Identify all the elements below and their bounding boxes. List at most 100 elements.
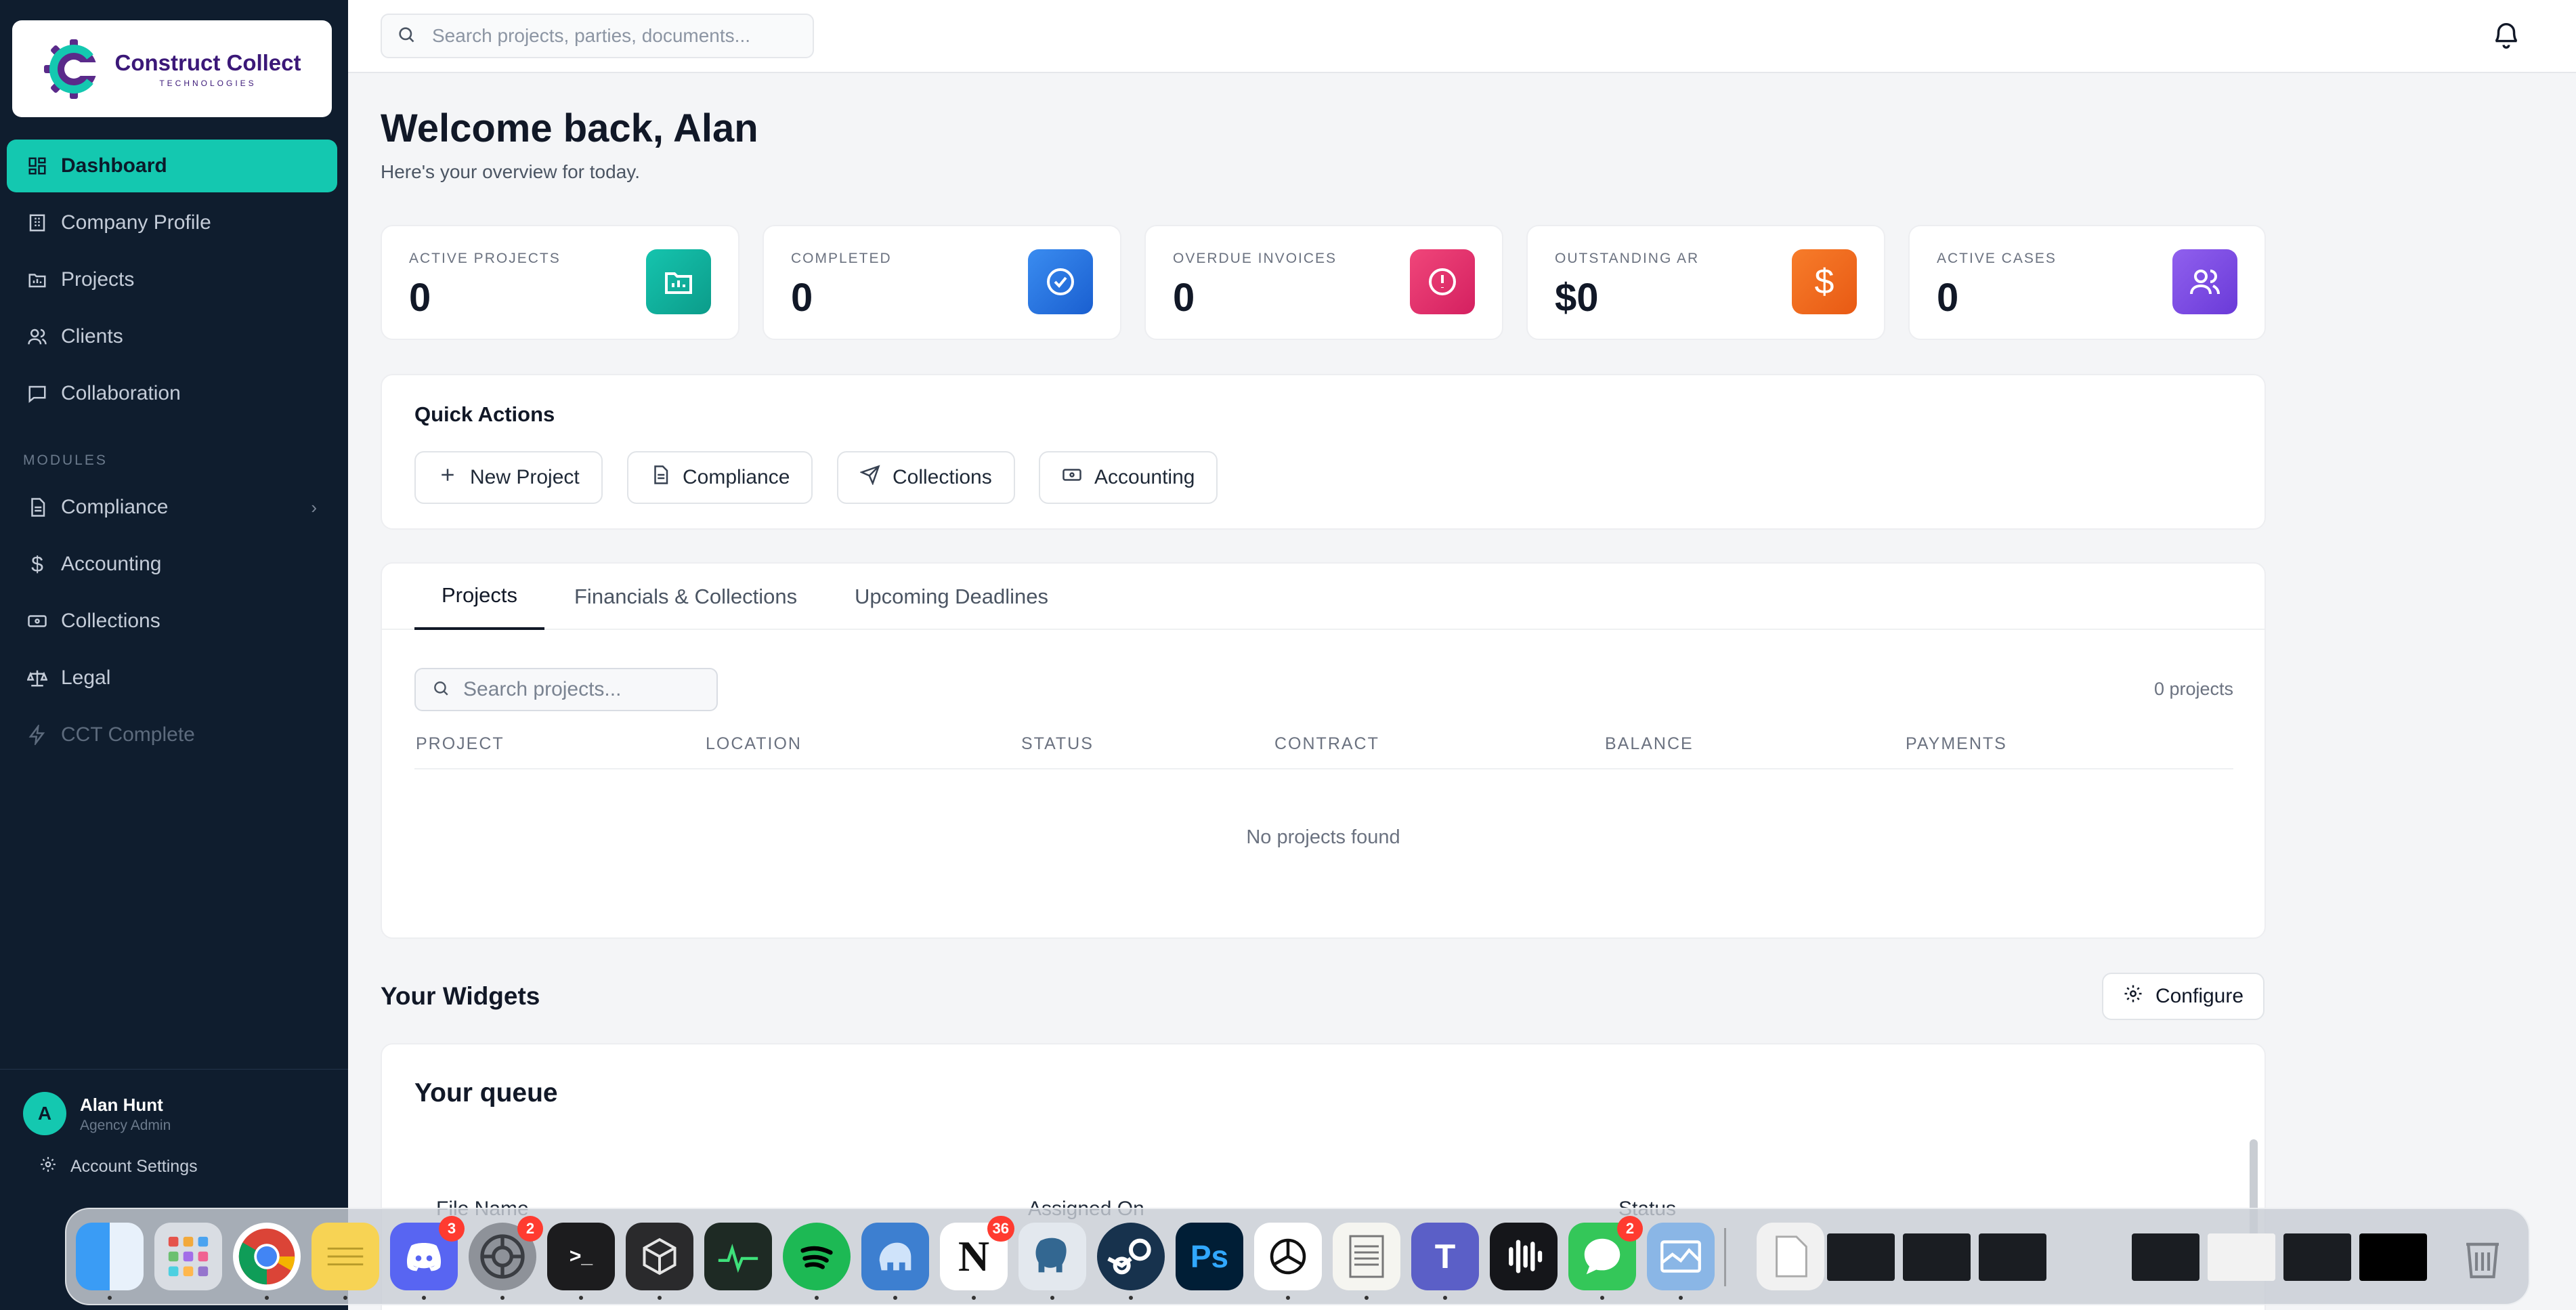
activity-monitor-icon[interactable] — [704, 1223, 772, 1290]
widgets-title: Your Widgets — [381, 982, 540, 1010]
terminal-icon[interactable]: >_ — [547, 1223, 615, 1300]
new-project-button[interactable]: New Project — [414, 451, 603, 504]
banknote-icon — [1062, 465, 1082, 490]
stat-card-outstanding-ar: OUTSTANDING AR $0 $ — [1526, 225, 1885, 340]
window-thumbnail[interactable] — [2208, 1233, 2275, 1281]
stat-value: $0 — [1555, 276, 1599, 320]
search-input[interactable] — [432, 25, 784, 47]
button-label: Accounting — [1094, 466, 1195, 488]
file-icon — [650, 465, 670, 490]
stat-value: 0 — [791, 276, 813, 320]
spotify-icon[interactable] — [783, 1223, 851, 1300]
tab-upcoming-deadlines[interactable]: Upcoming Deadlines — [855, 564, 1048, 630]
audio-app-icon[interactable] — [1490, 1223, 1558, 1290]
notification-badge: 2 — [1617, 1216, 1643, 1242]
column-header-status[interactable]: STATUS — [1021, 734, 1094, 754]
sidebar-item-label: Projects — [61, 268, 135, 291]
chatgpt-icon[interactable] — [1254, 1223, 1322, 1300]
window-thumbnail[interactable] — [2283, 1233, 2351, 1281]
stat-label: COMPLETED — [791, 251, 892, 266]
avatar[interactable]: A — [23, 1092, 66, 1135]
global-search[interactable] — [381, 14, 814, 58]
check-circle-icon — [1028, 249, 1093, 314]
stat-label: OUTSTANDING AR — [1555, 251, 1700, 266]
trash-icon[interactable] — [2449, 1223, 2516, 1290]
column-header-contract[interactable]: CONTRACT — [1274, 734, 1379, 754]
window-thumbnail[interactable] — [1827, 1233, 1895, 1281]
sidebar-item-label: Collections — [61, 610, 160, 632]
notification-badge: 2 — [517, 1216, 543, 1242]
finder-icon[interactable] — [76, 1223, 144, 1300]
configure-button[interactable]: Configure — [2102, 973, 2264, 1020]
project-search[interactable] — [414, 668, 721, 711]
tab-projects[interactable]: Projects — [414, 564, 544, 630]
dollar-icon: $ — [31, 551, 43, 576]
collections-button[interactable]: Collections — [837, 451, 1015, 504]
tab-bar: Projects Financials & Collections Upcomi… — [382, 564, 2264, 630]
column-header-project[interactable]: PROJECT — [416, 734, 505, 754]
postgres-icon[interactable] — [1018, 1223, 1086, 1300]
column-header-payments[interactable]: PAYMENTS — [1906, 734, 2007, 754]
sidebar-item-dashboard[interactable]: Dashboard — [7, 140, 337, 192]
bell-icon[interactable] — [2491, 19, 2522, 50]
tab-financials-collections[interactable]: Financials & Collections — [574, 564, 797, 630]
window-thumbnail[interactable] — [2132, 1233, 2199, 1281]
quick-actions-title: Quick Actions — [414, 402, 555, 426]
window-thumbnail[interactable] — [2359, 1233, 2427, 1281]
send-icon — [859, 465, 880, 490]
search-icon — [432, 679, 450, 700]
messages-icon[interactable]: 2 — [1568, 1216, 1643, 1300]
logo-mark-icon — [43, 38, 105, 100]
window-thumbnail[interactable] — [1903, 1233, 1971, 1281]
sidebar-item-label: Compliance — [61, 496, 169, 518]
teams-icon[interactable]: T — [1411, 1223, 1479, 1300]
sidebar-item-accounting[interactable]: $ Accounting — [7, 538, 337, 591]
textedit-icon[interactable] — [1333, 1223, 1400, 1300]
sidebar-item-cct-complete[interactable]: CCT Complete — [7, 709, 337, 761]
sidebar-item-collections[interactable]: Collections — [7, 595, 337, 648]
button-label: Configure — [2155, 985, 2244, 1007]
project-search-input[interactable] — [463, 678, 721, 701]
preview-icon[interactable] — [1647, 1223, 1715, 1300]
stat-value: 0 — [409, 276, 431, 320]
document-icon[interactable] — [1757, 1223, 1824, 1290]
photoshop-icon[interactable]: Ps — [1176, 1223, 1243, 1290]
stat-label: ACTIVE PROJECTS — [409, 251, 561, 266]
sidebar-item-label: Collaboration — [61, 382, 181, 404]
tableplus-icon[interactable] — [861, 1223, 929, 1300]
sidebar-item-label: Accounting — [61, 553, 162, 575]
button-label: New Project — [470, 466, 580, 488]
sidebar-item-company-profile[interactable]: Company Profile — [7, 196, 337, 249]
building-icon — [27, 213, 47, 233]
window-thumbnail[interactable] — [1979, 1233, 2046, 1281]
logo-subtitle: TECHNOLOGIES — [159, 78, 257, 88]
chevron-right-icon: › — [311, 496, 317, 517]
sidebar-item-projects[interactable]: Projects — [7, 253, 337, 306]
company-logo[interactable]: Construct Collect TECHNOLOGIES — [12, 20, 332, 117]
accounting-button[interactable]: Accounting — [1039, 451, 1218, 504]
cube-app-icon[interactable] — [626, 1223, 693, 1300]
stat-card-overdue-invoices: OVERDUE INVOICES 0 — [1144, 225, 1503, 340]
chat-icon — [27, 383, 47, 404]
sidebar-item-collaboration[interactable]: Collaboration — [7, 367, 337, 420]
sidebar-item-label: Dashboard — [61, 154, 167, 177]
stat-value: 0 — [1937, 276, 1959, 320]
notion-icon[interactable]: N 36 — [940, 1216, 1014, 1300]
launchpad-icon[interactable] — [154, 1223, 222, 1290]
steam-icon[interactable] — [1097, 1223, 1165, 1300]
compliance-button[interactable]: Compliance — [627, 451, 813, 504]
stat-label: OVERDUE INVOICES — [1173, 251, 1337, 266]
column-header-balance[interactable]: BALANCE — [1605, 734, 1694, 754]
column-header-location[interactable]: LOCATION — [706, 734, 802, 754]
discord-icon[interactable]: 3 — [390, 1216, 465, 1300]
chrome-icon[interactable] — [233, 1223, 301, 1300]
system-settings-icon[interactable]: 2 — [469, 1216, 543, 1300]
notes-icon[interactable] — [312, 1223, 379, 1300]
notification-badge: 36 — [987, 1216, 1014, 1242]
page-subtitle: Here's your overview for today. — [381, 161, 640, 182]
account-settings-link[interactable]: Account Settings — [39, 1156, 198, 1178]
stat-card-completed: COMPLETED 0 — [763, 225, 1121, 340]
sidebar-item-legal[interactable]: Legal — [7, 652, 337, 704]
sidebar-item-compliance[interactable]: Compliance › — [7, 481, 337, 534]
sidebar-item-clients[interactable]: Clients — [7, 310, 337, 363]
